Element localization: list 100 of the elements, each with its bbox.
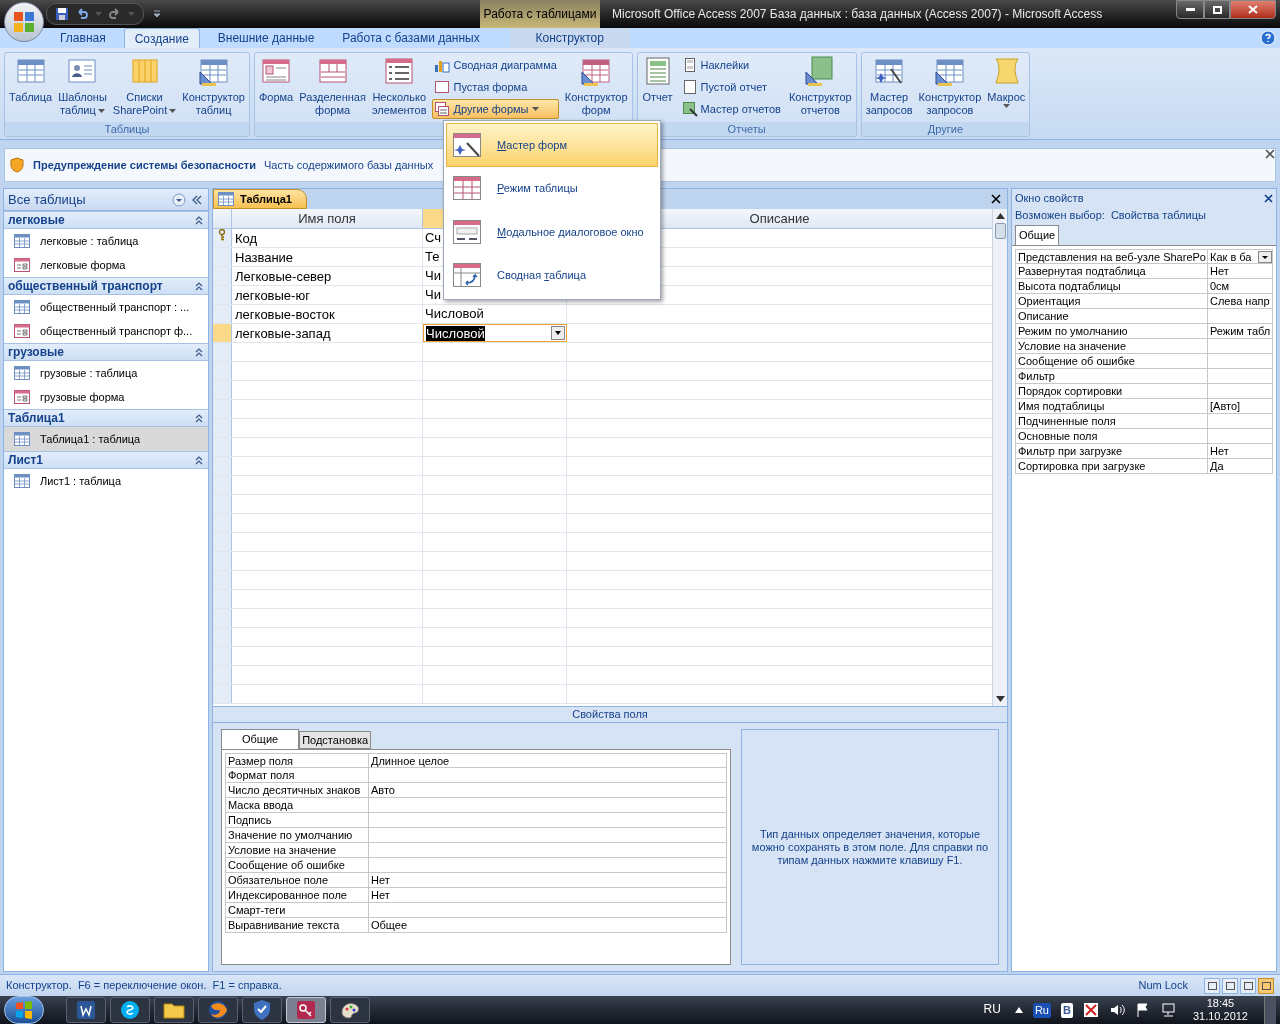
nav-group-header[interactable]: грузовые [4,343,208,361]
ribbon-button[interactable]: Форма [256,55,296,104]
menu-item[interactable]: Модальное диалоговое окно [446,210,658,254]
menu-item[interactable]: Режим таблицы [446,166,658,210]
nav-item[interactable]: общественный транспорт : ... [4,295,208,319]
nav-item[interactable]: общественный транспорт ф... [4,319,208,343]
ribbon-button[interactable]: Конструктор запросов [916,55,984,117]
start-button[interactable] [4,996,44,1024]
property-value[interactable]: [Авто] [1208,399,1241,413]
view-button[interactable] [1204,977,1220,994]
taskbar-button[interactable] [198,997,238,1023]
close-button[interactable] [1230,0,1276,19]
property-value[interactable]: Нет [1208,264,1229,278]
table-cell[interactable]: Те [425,247,440,267]
table-cell[interactable]: Числовой [426,325,485,341]
property-value[interactable]: Общее [369,918,408,932]
menu-item[interactable]: Мастер форм [446,123,658,167]
collapse-pane-icon[interactable] [190,193,204,206]
network-icon[interactable] [1160,1002,1177,1018]
table-cell[interactable]: легковые-запад [232,324,423,342]
property-value[interactable]: Нет [369,873,390,887]
minimize-button[interactable] [1176,0,1204,19]
taskbar-button[interactable] [66,997,106,1023]
nav-item[interactable]: грузовые : таблица [4,361,208,385]
table-cell[interactable]: Чи [425,285,441,305]
nav-group-header[interactable]: Лист1 [4,451,208,469]
nav-item[interactable]: Таблица1 : таблица [4,427,208,451]
taskbar-button[interactable] [242,997,282,1023]
scroll-down-icon[interactable] [995,696,1005,702]
close-icon[interactable] [1265,149,1275,159]
nav-item[interactable]: легковые форма [4,253,208,277]
taskbar-button[interactable] [154,997,194,1023]
ribbon-button[interactable]: Таблица [7,55,55,104]
taskbar-button[interactable] [330,997,370,1023]
dropdown-icon[interactable] [551,326,565,340]
ribbon-small-button[interactable]: Другие формы [432,99,559,119]
customize-toolbar-icon[interactable] [152,9,162,19]
property-value[interactable]: Слева напр [1208,294,1270,308]
redo-icon[interactable] [108,7,122,21]
nav-group-header[interactable]: легковые [4,211,208,229]
table-cell[interactable]: Код [232,229,423,247]
tray-badge[interactable]: B [1061,1002,1073,1018]
dropdown-icon[interactable] [1258,250,1272,263]
ribbon-tab[interactable]: Внешние данные [207,28,325,48]
table-cell[interactable]: Сч [425,228,441,248]
ribbon-button[interactable]: Шаблоны таблиц [56,55,109,117]
property-value[interactable]: Режим табл [1208,324,1271,338]
table-cell[interactable]: Числовой [425,304,484,324]
table-cell[interactable]: Легковые-север [232,267,423,285]
dropdown-icon[interactable] [172,192,186,207]
nav-item[interactable]: легковые : таблица [4,229,208,253]
close-icon[interactable] [991,194,1001,204]
property-tab[interactable]: Общие [1015,225,1060,245]
ribbon-button[interactable]: Несколько элементов [369,55,429,117]
scroll-thumb[interactable] [994,223,1006,239]
ribbon-button[interactable]: Макрос [985,55,1028,108]
flag-icon[interactable] [1134,1002,1151,1018]
help-icon[interactable] [1260,30,1276,46]
property-value[interactable]: Авто [369,783,395,797]
contextual-ribbon-tab[interactable]: Конструктор [509,28,630,48]
restore-button[interactable] [1204,0,1230,19]
ribbon-tab[interactable]: Главная [50,28,116,48]
ribbon-tab[interactable]: Создание [123,28,200,48]
nav-item[interactable]: грузовые форма [4,385,208,409]
scroll-up-icon[interactable] [995,213,1005,219]
tray-badge[interactable]: Ru [1032,1002,1051,1018]
clock-time[interactable]: 18:45 [1206,997,1235,1010]
nav-pane-header[interactable]: Все таблицы [4,189,208,211]
property-tab[interactable]: Общие [221,729,300,749]
taskbar-button[interactable] [286,997,326,1023]
ribbon-button[interactable]: Конструктор отчетов [786,55,854,117]
row-selector[interactable] [213,229,232,247]
table-cell[interactable]: Название [232,248,423,266]
view-button[interactable] [1240,977,1256,994]
table-cell[interactable]: Чи [425,266,441,286]
nav-group-header[interactable]: общественный транспорт [4,277,208,295]
property-value[interactable]: 0см [1208,279,1230,293]
property-value[interactable]: Как в ба [1208,250,1252,263]
view-button[interactable] [1222,977,1238,994]
ribbon-button[interactable]: Разделенная форма [297,55,368,117]
language-indicator[interactable]: RU [983,1000,1001,1018]
scrollbar[interactable] [992,209,1007,706]
menu-item[interactable]: Сводная таблица [446,253,658,297]
ribbon-tab[interactable]: Работа с базами данных [332,28,490,48]
speaker-icon[interactable] [1108,1002,1125,1018]
nav-group-header[interactable]: Таблица1 [4,409,208,427]
property-value[interactable]: Нет [369,888,390,902]
show-hidden-icons-icon[interactable] [1014,1007,1023,1013]
table-cell[interactable]: легковые-восток [232,305,423,323]
taskbar-button[interactable] [110,997,150,1023]
property-value[interactable]: Да [1208,459,1224,473]
ribbon-button[interactable]: Отчет [639,55,676,104]
close-icon[interactable] [1264,193,1273,203]
ribbon-small-button[interactable]: Пустой отчет [679,77,783,97]
save-icon[interactable] [55,7,69,21]
table-cell[interactable]: легковые-юг [232,286,423,304]
ribbon-small-button[interactable]: Пустая форма [432,77,559,97]
document-tab[interactable]: Таблица1 [213,189,307,209]
property-value[interactable]: Длинное целое [369,754,450,767]
ribbon-button[interactable]: Мастер запросов [863,55,915,117]
